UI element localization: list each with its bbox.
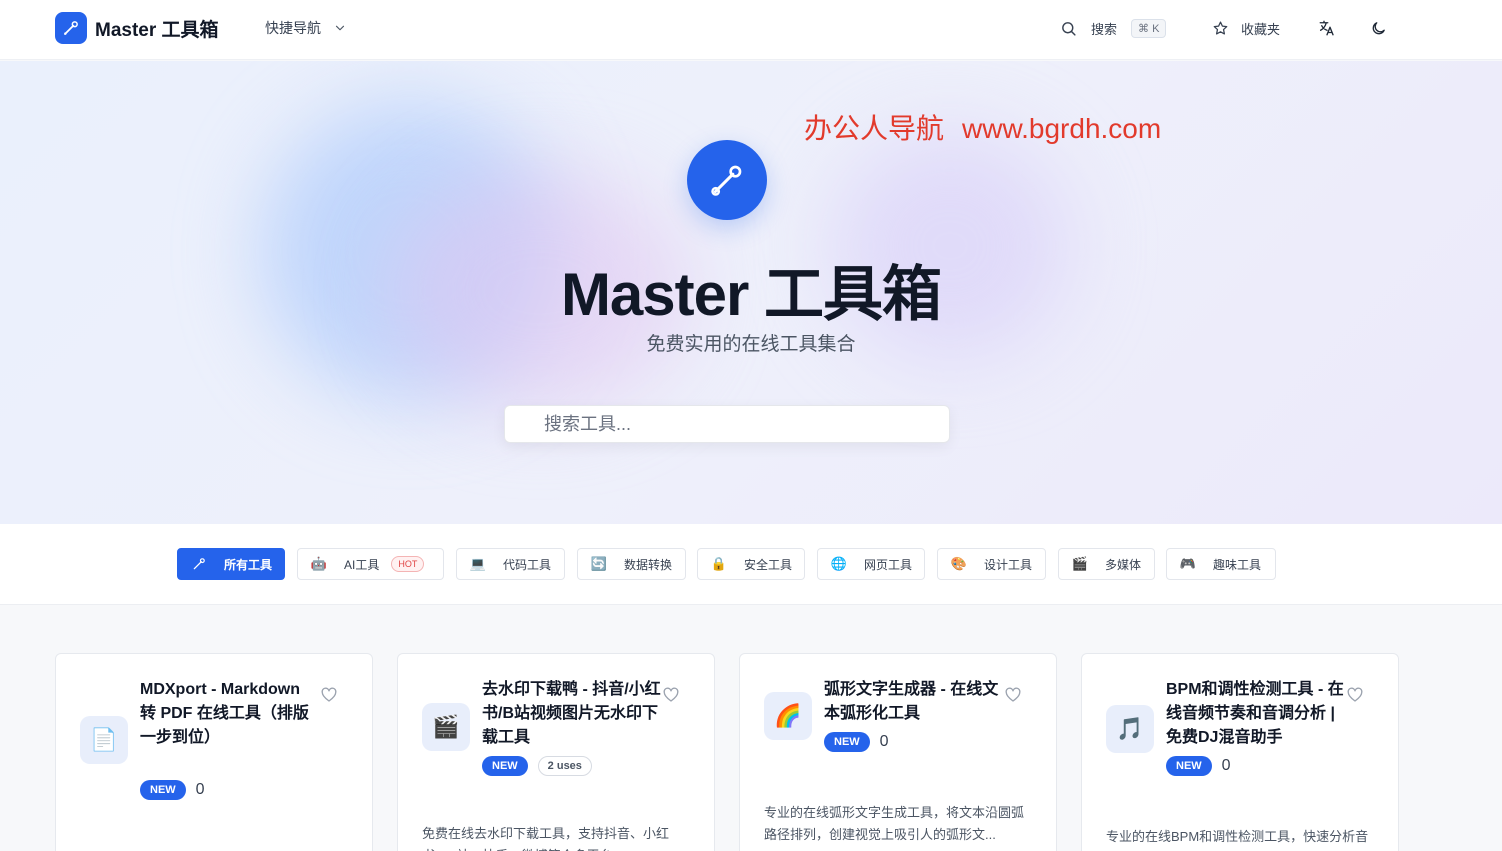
category-tab-ai[interactable]: 🤖 AI工具 HOT (297, 548, 444, 580)
search-shortcut-hint: ⌘ K (1131, 18, 1167, 38)
wrench-icon (55, 12, 87, 44)
quick-nav-label: 快捷导航 (265, 20, 321, 36)
category-label: 多媒体 (1105, 557, 1142, 572)
globe-icon: 🌐 (830, 556, 848, 571)
laptop-icon: 💻 (469, 556, 487, 571)
heart-icon[interactable] (320, 686, 338, 709)
site-watermark: 办公人导航 www.bgrdh.com (804, 107, 1161, 147)
language-switch-button[interactable] (1318, 16, 1336, 40)
tool-card-badges: NEW 2 uses (482, 756, 592, 776)
category-tab-data[interactable]: 🔄 数据转换 (577, 548, 686, 580)
category-tab-media[interactable]: 🎬 多媒体 (1058, 548, 1155, 580)
favorites-label: 收藏夹 (1241, 21, 1281, 37)
tool-card-title: MDXport - Markdown 转 PDF 在线工具（排版一步到位） (140, 681, 309, 746)
lock-icon: 🔒 (710, 556, 728, 571)
translate-icon (1319, 20, 1334, 36)
refresh-icon: 🔄 (590, 556, 608, 571)
tool-card-badges: NEW 0 (140, 780, 205, 800)
music-icon: 🎵 (1106, 705, 1154, 753)
heart-icon[interactable] (662, 686, 680, 709)
category-filter-bar: 所有工具 🤖 AI工具 HOT 💻 代码工具 🔄 数据转换 🔒 安全工具 🌐 网… (0, 524, 1502, 605)
category-tab-design[interactable]: 🎨 设计工具 (937, 548, 1046, 580)
heart-icon[interactable] (1346, 686, 1364, 709)
search-icon (1062, 21, 1076, 36)
tool-card-description: 免费在线去水印下载工具，支持抖音、小红书、B站、快手、微博等众多平台 (422, 826, 670, 851)
quick-nav-dropdown[interactable]: 快捷导航 (265, 18, 347, 38)
uses-badge: 2 uses (537, 756, 592, 776)
star-icon (1213, 20, 1228, 35)
category-tab-security[interactable]: 🔒 安全工具 (697, 548, 805, 580)
new-badge: NEW (824, 732, 870, 752)
tool-card[interactable]: 🌈 弧形文字生成器 - 在线文本弧形化工具 NEW 0 专业的在线弧形文字生成工… (739, 653, 1057, 851)
tool-card-title: 去水印下载鸭 - 抖音/小红书/B站视频图片无水印下载工具 (482, 681, 661, 746)
category-label: 网页工具 (864, 557, 913, 572)
tool-card[interactable]: 📄 MDXport - Markdown 转 PDF 在线工具（排版一步到位） … (55, 653, 373, 851)
robot-icon: 🤖 (310, 556, 328, 571)
tool-card-badges: NEW 0 (1166, 756, 1231, 776)
category-tab-all[interactable]: 所有工具 (177, 548, 285, 580)
moon-icon (1372, 21, 1385, 34)
category-label: 数据转换 (624, 557, 673, 572)
category-label: 所有工具 (224, 557, 273, 572)
wrench-icon (687, 140, 767, 220)
search-label: 搜索 (1091, 21, 1118, 37)
favorite-count: 0 (879, 733, 889, 750)
tool-card-title: BPM和调性检测工具 - 在线音频节奏和音调分析 | 免费DJ混音助手 (1166, 681, 1344, 746)
category-label: 代码工具 (503, 557, 552, 572)
header-search-button[interactable]: 搜索 ⌘ K (1060, 16, 1167, 40)
watermark-url: www.bgrdh.com (962, 113, 1162, 144)
page-title: Master 工具箱 (560, 261, 942, 328)
new-badge: NEW (1166, 756, 1212, 776)
wrench-icon (190, 555, 208, 573)
favorite-count: 0 (195, 781, 205, 798)
brand-home-link[interactable]: Master 工具箱 (55, 12, 219, 44)
gamepad-icon: 🎮 (1179, 556, 1197, 571)
category-label: 设计工具 (984, 557, 1033, 572)
category-tab-web[interactable]: 🌐 网页工具 (817, 548, 925, 580)
tool-card-title: 弧形文字生成器 - 在线文本弧形化工具 (824, 681, 999, 722)
tool-card-description: 专业的在线BPM和调性检测工具，快速分析音频文件的节奏和调性信息 (1106, 829, 1369, 844)
category-tab-fun[interactable]: 🎮 趣味工具 (1166, 548, 1276, 580)
tool-card[interactable]: 🎵 BPM和调性检测工具 - 在线音频节奏和音调分析 | 免费DJ混音助手 NE… (1081, 653, 1399, 851)
watermark-text: 办公人导航 (804, 113, 945, 144)
page-subtitle: 免费实用的在线工具集合 (646, 334, 856, 355)
tool-card-description: 专业的在线弧形文字生成工具，将文本沿圆弧路径排列，创建视觉上吸引人的弧形文... (764, 805, 1025, 842)
chevron-down-icon (335, 25, 345, 31)
clapper-icon: 🎬 (1071, 556, 1089, 571)
hot-badge: HOT (391, 556, 425, 572)
theme-toggle-button[interactable] (1370, 16, 1387, 40)
clapper-icon: 🎬 (422, 703, 470, 751)
category-label: 安全工具 (744, 557, 793, 572)
tool-card-badges: NEW 0 (824, 732, 889, 752)
new-badge: NEW (140, 780, 186, 800)
favorites-button[interactable]: 收藏夹 (1212, 16, 1280, 40)
rainbow-icon: 🌈 (764, 692, 812, 740)
document-icon: 📄 (80, 716, 128, 764)
tool-search-input[interactable] (504, 405, 950, 443)
hero-section: 办公人导航 www.bgrdh.com Master 工具箱 免费实用的在线工具集… (0, 61, 1502, 524)
top-navigation-bar: Master 工具箱 快捷导航 搜索 ⌘ K 收藏夹 (0, 0, 1502, 60)
tool-card[interactable]: 🎬 去水印下载鸭 - 抖音/小红书/B站视频图片无水印下载工具 NEW 2 us… (397, 653, 715, 851)
brand-name: Master 工具箱 (95, 19, 219, 41)
category-label: 趣味工具 (1213, 557, 1262, 572)
category-label: AI工具 (344, 557, 380, 572)
new-badge: NEW (482, 756, 528, 776)
category-tab-code[interactable]: 💻 代码工具 (456, 548, 565, 580)
favorite-count: 0 (1221, 757, 1231, 774)
palette-icon: 🎨 (950, 556, 968, 571)
heart-icon[interactable] (1004, 686, 1022, 709)
